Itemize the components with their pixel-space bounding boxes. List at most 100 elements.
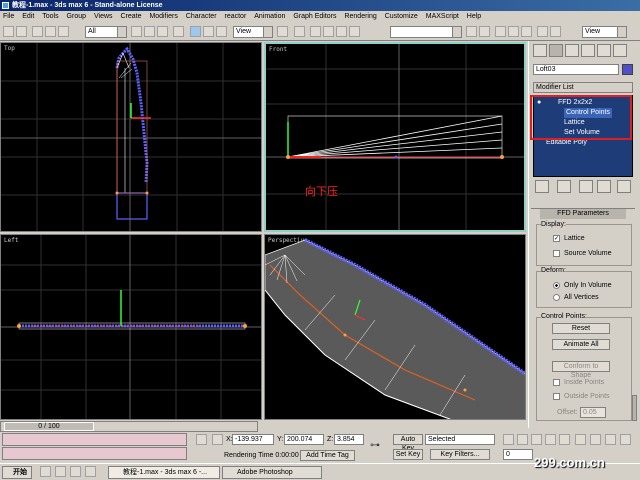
menu-maxscript[interactable]: MAXScript (426, 13, 459, 20)
mirror-icon[interactable] (466, 26, 477, 37)
hierarchy-tab-icon[interactable] (565, 44, 579, 57)
zoom-icon[interactable] (575, 434, 586, 445)
move-icon[interactable] (190, 26, 201, 37)
viewport-front[interactable]: Front (264, 42, 526, 232)
quick-render-icon[interactable] (550, 26, 561, 37)
next-frame-icon[interactable] (545, 434, 556, 445)
selected-dropdown[interactable]: Selected (425, 434, 495, 445)
source-volume-checkbox[interactable] (553, 250, 560, 257)
x-coordinate-field[interactable]: -139.937 (232, 434, 274, 445)
modify-tab-icon[interactable] (549, 44, 563, 57)
previous-frame-icon[interactable] (517, 434, 528, 445)
viewport-left[interactable]: Left (0, 234, 262, 420)
menu-animation[interactable]: Animation (254, 13, 285, 20)
outlook-icon[interactable] (70, 466, 81, 477)
play-icon[interactable] (531, 434, 542, 445)
menu-create[interactable]: Create (120, 13, 141, 20)
named-selection-dropdown[interactable] (390, 26, 462, 38)
conform-to-shape-button[interactable]: Conform to Shape (552, 361, 610, 379)
desktop-icon[interactable] (40, 466, 51, 477)
start-button[interactable]: 开始 (2, 466, 32, 479)
key-icon[interactable]: ⊶ (370, 440, 380, 451)
inside-points-checkbox[interactable] (553, 379, 560, 386)
pivot-center-icon[interactable] (277, 26, 288, 37)
make-unique-icon[interactable] (579, 180, 593, 193)
ffd-rollout-title[interactable]: FFD Parameters (540, 209, 626, 219)
key-filters-button[interactable]: Key Filters... (430, 449, 490, 460)
menu-help[interactable]: Help (467, 13, 481, 20)
motion-tab-icon[interactable] (581, 44, 595, 57)
selection-filter-dropdown[interactable]: All (85, 26, 127, 38)
menu-file[interactable]: File (3, 13, 14, 20)
maximize-viewport-icon[interactable] (620, 434, 631, 445)
curve-editor-icon[interactable] (495, 26, 506, 37)
viewport-perspective[interactable]: Perspective (264, 234, 526, 420)
spinner-snap-icon[interactable] (349, 26, 360, 37)
configure-modifier-sets-icon[interactable] (617, 180, 631, 193)
reference-coord-dropdown[interactable]: View (233, 26, 273, 38)
menu-group[interactable]: Group (67, 13, 86, 20)
offset-spinner[interactable]: 0.05 (580, 407, 606, 418)
lattice-checkbox[interactable]: ✓ (553, 235, 560, 242)
undo-icon[interactable] (3, 26, 14, 37)
all-vertices-radio[interactable] (553, 294, 560, 301)
schematic-view-icon[interactable] (508, 26, 519, 37)
modifier-list-dropdown[interactable]: Modifier List (533, 82, 633, 93)
menu-customize[interactable]: Customize (385, 13, 418, 20)
percent-snap-icon[interactable] (336, 26, 347, 37)
scale-icon[interactable] (216, 26, 227, 37)
menu-views[interactable]: Views (94, 13, 113, 20)
remove-modifier-icon[interactable] (597, 180, 611, 193)
goto-end-icon[interactable] (559, 434, 570, 445)
object-name-field[interactable]: Loft03 (533, 64, 619, 75)
zoom-extents-icon[interactable] (605, 434, 616, 445)
window-crossing-icon[interactable] (173, 26, 184, 37)
pin-stack-icon[interactable] (535, 180, 549, 193)
menu-reactor[interactable]: reactor (224, 13, 246, 20)
maxscript-listener-mini[interactable] (2, 433, 187, 446)
show-end-result-icon[interactable] (557, 180, 571, 193)
unlink-icon[interactable] (45, 26, 56, 37)
object-color-swatch[interactable] (622, 64, 633, 75)
redo-icon[interactable] (16, 26, 27, 37)
time-slider[interactable]: 0 / 100 (4, 422, 94, 431)
render-scene-icon[interactable] (537, 26, 548, 37)
link-icon[interactable] (32, 26, 43, 37)
set-key-button[interactable]: Set Key (393, 449, 423, 460)
material-editor-icon[interactable] (521, 26, 532, 37)
rotate-icon[interactable] (203, 26, 214, 37)
panel-scrollbar[interactable] (632, 395, 637, 421)
outside-points-checkbox[interactable] (553, 393, 560, 400)
menu-graph-editors[interactable]: Graph Editors (293, 13, 336, 20)
zoom-all-icon[interactable] (590, 434, 601, 445)
only-in-volume-radio[interactable] (553, 282, 560, 289)
display-tab-icon[interactable] (597, 44, 611, 57)
rect-selection-icon[interactable] (157, 26, 168, 37)
menu-tools[interactable]: Tools (42, 13, 58, 20)
angle-snap-icon[interactable] (323, 26, 334, 37)
absolute-mode-icon[interactable] (212, 434, 223, 445)
select-by-name-icon[interactable] (144, 26, 155, 37)
bind-space-warp-icon[interactable] (58, 26, 69, 37)
menu-edit[interactable]: Edit (22, 13, 34, 20)
quicklaunch-icon[interactable] (85, 466, 96, 477)
goto-start-icon[interactable] (503, 434, 514, 445)
menu-character[interactable]: Character (186, 13, 217, 20)
reset-button[interactable]: Reset (552, 323, 610, 334)
ie-icon[interactable] (55, 466, 66, 477)
y-coordinate-field[interactable]: 200.074 (284, 434, 324, 445)
viewport-top[interactable]: Top (0, 42, 262, 232)
render-type-dropdown[interactable]: View (582, 26, 627, 38)
task-photoshop[interactable]: Adobe Photoshop (222, 466, 322, 479)
menu-modifiers[interactable]: Modifiers (149, 13, 177, 20)
animate-all-button[interactable]: Animate All (552, 339, 610, 350)
create-tab-icon[interactable] (533, 44, 547, 57)
utilities-tab-icon[interactable] (613, 44, 627, 57)
align-icon[interactable] (479, 26, 490, 37)
select-manipulate-icon[interactable] (294, 26, 305, 37)
task-3dsmax[interactable]: 教程-1.max - 3ds max 6 -... (108, 466, 220, 479)
select-object-icon[interactable] (131, 26, 142, 37)
current-frame-field[interactable]: 0 (503, 449, 533, 460)
menu-rendering[interactable]: Rendering (344, 13, 376, 20)
auto-key-button[interactable]: Auto Key (393, 434, 423, 452)
